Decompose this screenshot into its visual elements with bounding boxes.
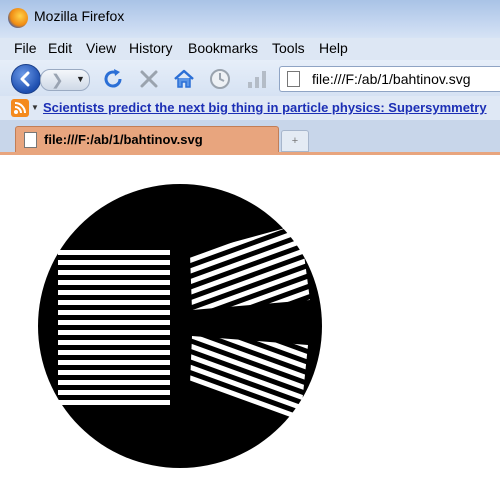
tab-page-icon	[24, 132, 37, 148]
forward-arrow-icon: ❯	[51, 72, 64, 89]
window-titlebar: Mozilla Firefox	[0, 0, 500, 38]
mask-disc	[38, 184, 322, 468]
menu-bookmarks[interactable]: Bookmarks	[188, 40, 258, 56]
menu-tools[interactable]: Tools	[272, 40, 305, 56]
plus-icon: +	[291, 135, 299, 147]
back-button[interactable]	[11, 64, 41, 94]
rss-feed-icon[interactable]: ▼	[11, 99, 39, 117]
signal-bars-icon[interactable]	[245, 67, 269, 91]
history-dropdown-icon[interactable]: ▼	[76, 74, 85, 84]
menu-bar: File Edit View History Bookmarks Tools H…	[0, 38, 500, 60]
bahtinov-mask	[38, 184, 322, 468]
menu-view[interactable]: View	[86, 40, 116, 56]
home-icon[interactable]	[172, 67, 196, 91]
bookmark-link[interactable]: Scientists predict the next big thing in…	[43, 100, 487, 115]
stop-icon[interactable]	[137, 67, 161, 91]
menu-history[interactable]: History	[129, 40, 173, 56]
history-clock-icon[interactable]	[208, 67, 232, 91]
menu-help[interactable]: Help	[319, 40, 348, 56]
url-text[interactable]: file:///F:/ab/1/bahtinov.svg	[312, 71, 471, 87]
new-tab-button[interactable]: +	[281, 130, 309, 152]
url-bar[interactable]: file:///F:/ab/1/bahtinov.svg	[279, 66, 500, 92]
forward-button[interactable]: ❯ ▼	[40, 69, 90, 91]
reload-icon[interactable]	[101, 67, 125, 91]
menu-edit[interactable]: Edit	[48, 40, 72, 56]
feed-dropdown-icon: ▼	[31, 103, 39, 112]
tab-label: file:///F:/ab/1/bahtinov.svg	[44, 132, 203, 147]
menu-file[interactable]: File	[14, 40, 37, 56]
firefox-logo-icon	[8, 8, 28, 28]
page-content	[0, 155, 500, 481]
window-title: Mozilla Firefox	[34, 8, 125, 24]
tab-active[interactable]: file:///F:/ab/1/bahtinov.svg	[15, 126, 279, 153]
back-arrow-icon	[20, 71, 30, 87]
page-icon	[287, 71, 300, 87]
